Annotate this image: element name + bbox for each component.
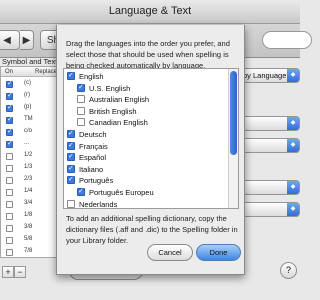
- replace-value: (p): [24, 104, 32, 110]
- language-name: U.S. English: [89, 83, 131, 93]
- language-item[interactable]: Nederlands: [67, 199, 118, 209]
- language-name: Português: [79, 176, 114, 186]
- sheet-footer-text: To add an additional spelling dictionary…: [66, 214, 238, 245]
- language-name: Deutsch: [79, 130, 107, 139]
- section-label: Symbol and Text: [2, 57, 58, 66]
- replace-value: 1/2: [24, 152, 33, 158]
- replace-value: 1/3: [24, 164, 33, 170]
- language-name: British English: [89, 106, 137, 116]
- replace-value: (c): [24, 80, 31, 86]
- language-item[interactable]: British English: [77, 106, 137, 117]
- language-item[interactable]: Deutsch: [67, 128, 107, 140]
- replace-value: TM: [24, 116, 33, 122]
- row-checkbox[interactable]: [6, 115, 13, 124]
- row-checkbox[interactable]: [6, 91, 13, 100]
- column-header-on[interactable]: On: [5, 69, 13, 75]
- cancel-button[interactable]: Cancel: [147, 244, 193, 261]
- popup-arrows-icon: ◆: [287, 139, 299, 152]
- row-checkbox[interactable]: [6, 249, 13, 256]
- language-name: Português Europeu: [89, 188, 154, 197]
- replace-value: 1/8: [24, 212, 33, 218]
- language-name: English: [79, 72, 104, 81]
- language-name: Français: [79, 141, 108, 151]
- language-checkbox[interactable]: [67, 128, 75, 139]
- language-item[interactable]: Australian English: [77, 94, 149, 105]
- replace-value: 7/8: [24, 248, 33, 254]
- row-checkbox[interactable]: [6, 201, 13, 208]
- replace-value: 5/8: [24, 236, 33, 242]
- language-list[interactable]: English U.S. English Australian EnglishBri…: [63, 68, 239, 209]
- language-checkbox[interactable]: [77, 118, 85, 127]
- language-order-sheet: Drag the languages into the order you pr…: [56, 25, 245, 275]
- language-item[interactable]: Italiano: [67, 163, 104, 175]
- row-checkbox[interactable]: [6, 127, 13, 136]
- language-checkbox[interactable]: [67, 174, 75, 185]
- popup-arrows-icon: ◆: [287, 117, 299, 130]
- scrollbar-thumb[interactable]: [230, 71, 237, 155]
- row-checkbox[interactable]: [6, 165, 13, 172]
- language-item[interactable]: Español: [67, 151, 107, 163]
- replace-value: 2/3: [24, 176, 33, 182]
- popup-arrows-icon: ◆: [287, 69, 299, 82]
- language-checkbox[interactable]: [77, 95, 85, 104]
- forward-button[interactable]: ▶: [20, 30, 34, 50]
- language-name: Australian English: [89, 95, 150, 105]
- replace-value: 3/4: [24, 200, 33, 206]
- language-item[interactable]: Français: [67, 140, 108, 152]
- popup-arrows-icon: ◆: [287, 181, 299, 194]
- language-item[interactable]: Português: [67, 174, 114, 186]
- language-item[interactable]: Canadian English: [77, 117, 148, 128]
- language-checkbox[interactable]: [77, 106, 85, 115]
- back-button[interactable]: ◀: [0, 30, 20, 50]
- remove-button[interactable]: −: [14, 266, 26, 278]
- help-button[interactable]: ?: [280, 262, 297, 279]
- replace-value: ...: [24, 140, 30, 146]
- window-title: Language & Text: [108, 5, 192, 17]
- column-header-replace[interactable]: Replace: [35, 69, 57, 75]
- row-checkbox[interactable]: [6, 139, 13, 148]
- language-checkbox[interactable]: [67, 70, 75, 81]
- replace-value: 3/8: [24, 224, 33, 230]
- replace-value: 1/4: [24, 188, 33, 194]
- language-checkbox[interactable]: [77, 186, 85, 197]
- row-checkbox[interactable]: [6, 153, 13, 160]
- chevron-right-icon: ▶: [22, 34, 31, 46]
- chevron-left-icon: ◀: [3, 34, 11, 46]
- language-name: Nederlands: [79, 199, 118, 209]
- language-checkbox[interactable]: [67, 199, 75, 208]
- language-item[interactable]: Português Europeu: [77, 186, 154, 198]
- row-checkbox[interactable]: [6, 79, 13, 88]
- language-item[interactable]: U.S. English: [77, 82, 131, 94]
- language-list-scrollbar[interactable]: [228, 69, 238, 208]
- row-checkbox[interactable]: [6, 213, 13, 220]
- row-checkbox[interactable]: [6, 177, 13, 184]
- row-checkbox[interactable]: [6, 237, 13, 244]
- done-button[interactable]: Done: [196, 244, 241, 261]
- row-checkbox[interactable]: [6, 189, 13, 196]
- spelling-popup-value: by Language: [243, 71, 287, 80]
- search-input[interactable]: [262, 31, 312, 49]
- popup-arrows-icon: ◆: [287, 203, 299, 216]
- replace-value: c/o: [24, 128, 33, 134]
- row-checkbox[interactable]: [6, 225, 13, 232]
- language-checkbox[interactable]: [67, 163, 75, 174]
- window-titlebar: Language & Text: [0, 0, 300, 24]
- row-checkbox[interactable]: [6, 103, 13, 112]
- language-name: Italiano: [79, 164, 104, 174]
- add-button[interactable]: +: [2, 266, 14, 278]
- language-name: Español: [79, 153, 107, 163]
- language-checkbox[interactable]: [67, 140, 75, 151]
- sheet-instructions: Drag the languages into the order you pr…: [66, 39, 230, 70]
- language-item[interactable]: English: [67, 70, 104, 82]
- replace-value: (r): [24, 92, 30, 98]
- language-checkbox[interactable]: [77, 82, 85, 93]
- language-name: Canadian English: [89, 118, 148, 128]
- language-checkbox[interactable]: [67, 151, 75, 162]
